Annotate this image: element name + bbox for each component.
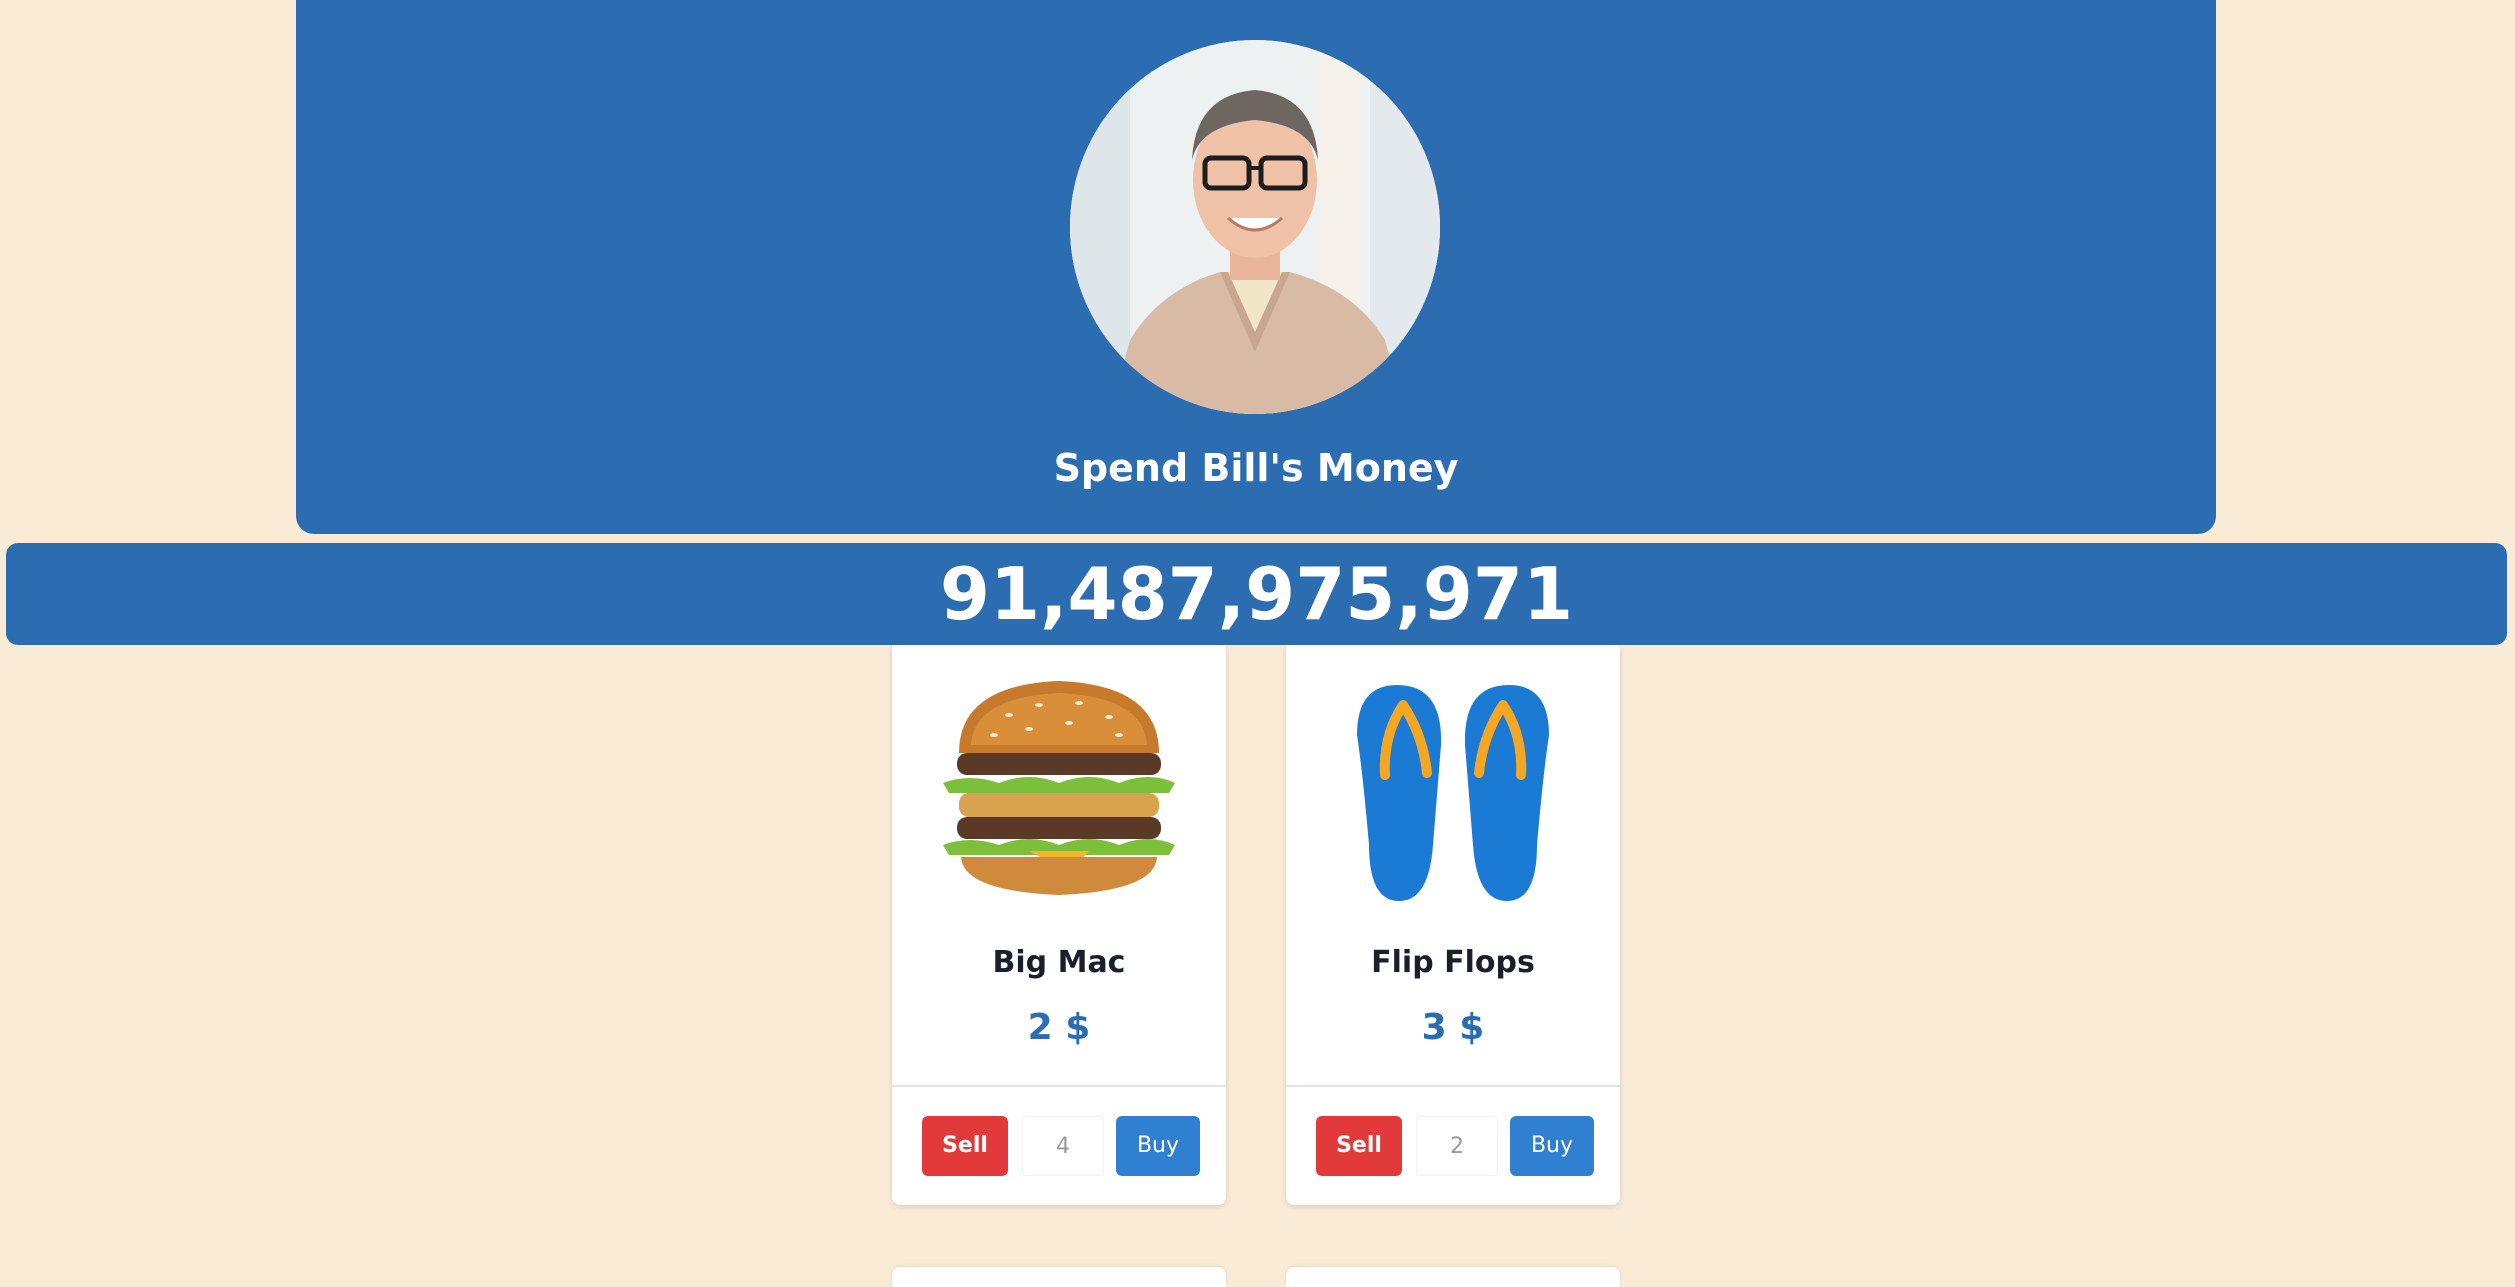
money-balance: 91,487,975,971 xyxy=(6,543,2507,645)
product-card-partial xyxy=(1286,1267,1620,1287)
product-card-partial xyxy=(892,1267,1226,1287)
sell-button[interactable]: Sell xyxy=(922,1116,1008,1176)
product-card-big-mac: Big Mac 2 $ Sell Buy xyxy=(892,645,1226,1205)
product-card-flip-flops: Flip Flops 3 $ Sell Buy xyxy=(1286,645,1620,1205)
card-divider xyxy=(1286,1085,1620,1087)
burger-image xyxy=(919,665,1199,925)
buy-button[interactable]: Buy xyxy=(1116,1116,1200,1176)
product-name: Flip Flops xyxy=(1371,945,1535,980)
page-title: Spend Bill's Money xyxy=(1053,446,1459,490)
product-price: 2 $ xyxy=(1027,1007,1091,1048)
sell-button[interactable]: Sell xyxy=(1316,1116,1402,1176)
product-price: 3 $ xyxy=(1421,1007,1485,1048)
product-name: Big Mac xyxy=(992,945,1126,980)
page-header: Spend Bill's Money xyxy=(296,0,2216,534)
bill-gates-avatar xyxy=(1070,40,1440,414)
buy-button[interactable]: Buy xyxy=(1510,1116,1594,1176)
card-divider xyxy=(892,1085,1226,1087)
flip-flops-image xyxy=(1313,665,1593,925)
quantity-input[interactable] xyxy=(1416,1116,1498,1176)
quantity-input[interactable] xyxy=(1022,1116,1104,1176)
